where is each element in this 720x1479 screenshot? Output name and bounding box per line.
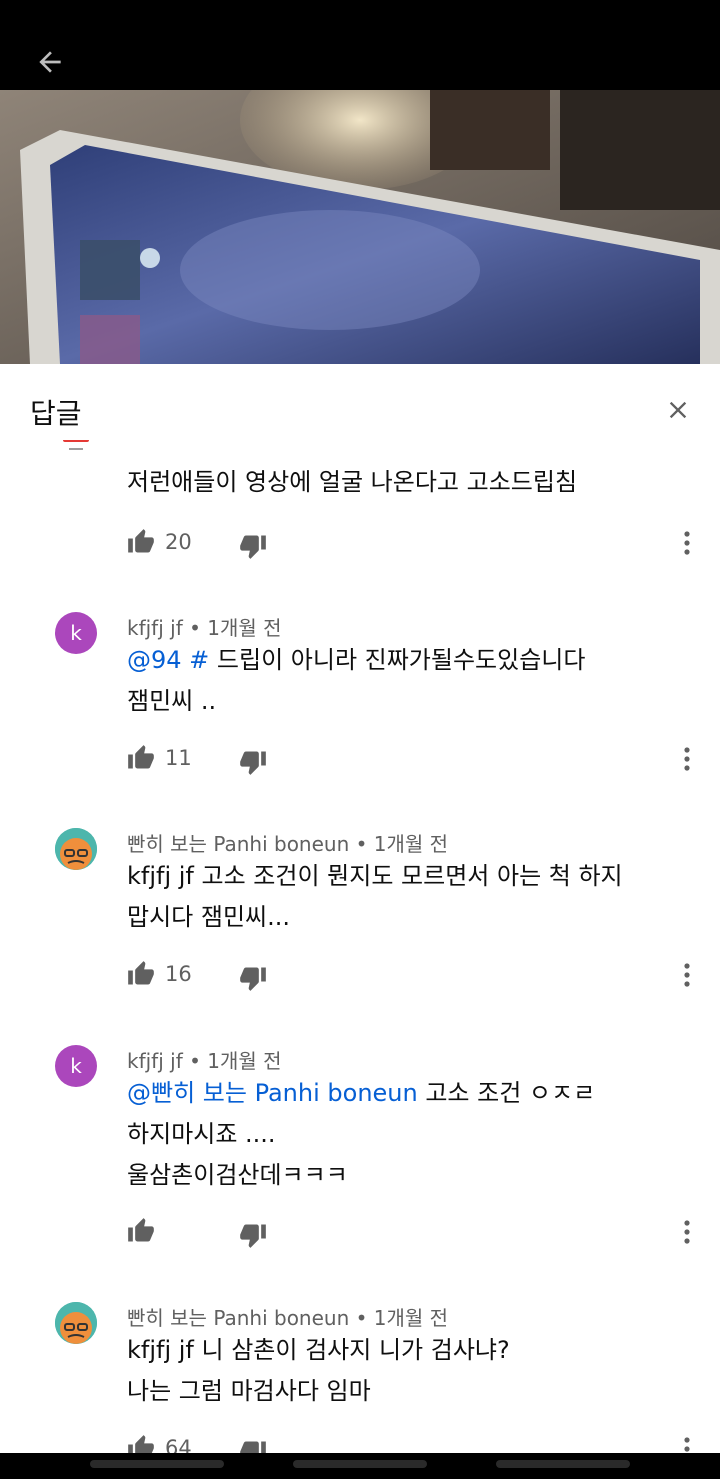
nav-back-pill[interactable] (90, 1460, 224, 1468)
more-vert-icon (684, 747, 690, 771)
more-vert-icon (684, 963, 690, 987)
thumb-down-icon[interactable] (239, 532, 267, 560)
reply-meta: kfjfj jf • 1개월 전 (127, 1045, 282, 1074)
nav-recents-pill[interactable] (496, 1460, 630, 1468)
reply-text: kfjfj jf 니 삼촌이 검사지 니가 검사냐? 나는 그럼 마검사다 임마 (127, 1330, 687, 1412)
thumb-up-icon[interactable] (127, 1217, 155, 1245)
reply-meta: 빤히 보는 Panhi boneun • 1개월 전 (127, 1302, 448, 1331)
reply-text-line: 하지마시죠 .... (127, 1120, 276, 1148)
reply-text-line: 잼민씨 .. (127, 687, 217, 715)
close-icon (669, 401, 687, 419)
avatar[interactable] (55, 1302, 97, 1344)
reply-text-segment: 고소 조건 ㅇㅈㄹ (417, 1079, 596, 1107)
thumb-up-icon[interactable] (127, 744, 155, 772)
reply-text-line: 맙시다 잼민씨... (127, 903, 290, 931)
thumb-down-icon[interactable] (239, 1221, 267, 1249)
video-player[interactable] (0, 90, 720, 364)
meta-separator: • (189, 1049, 201, 1073)
thumb-down-icon[interactable] (239, 964, 267, 992)
meta-separator: • (189, 616, 201, 640)
reply-text: @94 # 드립이 아니라 진짜가될수도있습니다 잼민씨 .. (127, 640, 687, 722)
more-options-button[interactable] (679, 1217, 695, 1247)
reply-text-segment: 드립이 아니라 진짜가될수도있습니다 (209, 646, 586, 674)
more-options-button[interactable] (679, 960, 695, 990)
nav-home-pill[interactable] (293, 1460, 427, 1468)
thumb-down-icon[interactable] (239, 1438, 267, 1453)
close-button[interactable] (658, 390, 698, 430)
panel-title: 답글 (30, 397, 82, 430)
reply-text-line: 울삼촌이검산데ㅋㅋㅋ (127, 1161, 348, 1189)
avatar-letter: k (70, 621, 82, 645)
reply-text-line: @94 # 드립이 아니라 진짜가될수도있습니다 (127, 640, 687, 681)
more-options-button[interactable] (679, 744, 695, 774)
reply-meta: 빤히 보는 Panhi boneun • 1개월 전 (127, 828, 448, 857)
reply-time: 1개월 전 (207, 616, 282, 640)
back-button[interactable] (28, 40, 72, 84)
like-count: 20 (165, 530, 192, 554)
meta-separator: • (355, 832, 368, 856)
like-count: 11 (165, 746, 192, 770)
more-options-button[interactable] (679, 1434, 695, 1453)
arrow-left-icon (39, 51, 61, 73)
reply-meta: kfjfj jf • 1개월 전 (127, 612, 282, 641)
reply-text: @빤히 보는 Panhi boneun 고소 조건 ㅇㅈㄹ 하지마시죠 ....… (127, 1073, 687, 1196)
system-nav-bar (0, 1453, 720, 1479)
reply-actions: 20 (127, 528, 707, 564)
thumb-up-icon[interactable] (127, 1434, 155, 1453)
avatar-image (55, 1302, 97, 1344)
avatar[interactable] (55, 828, 97, 870)
reply-text-line: 나는 그럼 마검사다 임마 (127, 1377, 371, 1405)
reply-time: 1개월 전 (373, 832, 449, 856)
author-name[interactable]: kfjfj jf (127, 616, 183, 640)
mention-link[interactable]: @94 # (127, 646, 209, 674)
avatar[interactable] (55, 440, 97, 460)
reply-text: 저런애들이 영상에 얼굴 나온다고 고소드립침 (127, 462, 687, 503)
reply-text-line: kfjfj jf 고소 조건이 뭔지도 모르면서 아는 척 하지 (127, 862, 623, 890)
author-name[interactable]: kfjfj jf (127, 1049, 183, 1073)
avatar[interactable]: k (55, 612, 97, 654)
like-count: 16 (165, 962, 192, 986)
avatar[interactable]: k (55, 1045, 97, 1087)
reply-text-line: kfjfj jf 니 삼촌이 검사지 니가 검사냐? (127, 1336, 510, 1364)
avatar-image (55, 828, 97, 870)
avatar-letter: k (70, 1054, 82, 1078)
video-frame-image (0, 90, 720, 364)
like-count: 64 (165, 1436, 192, 1453)
reply-actions: 11 (127, 744, 707, 780)
more-vert-icon (684, 1437, 690, 1452)
reply-time: 1개월 전 (373, 1306, 449, 1330)
thumb-down-icon[interactable] (239, 748, 267, 776)
reply-text-line: @빤히 보는 Panhi boneun 고소 조건 ㅇㅈㄹ (127, 1073, 687, 1114)
author-name[interactable]: 빤히 보는 Panhi boneun (127, 832, 349, 856)
thumb-up-icon[interactable] (127, 960, 155, 988)
video-top-bar (0, 0, 720, 90)
mention-link[interactable]: @빤히 보는 Panhi boneun (127, 1079, 418, 1107)
reply-time: 1개월 전 (207, 1049, 282, 1073)
more-vert-icon (684, 531, 690, 555)
replies-list[interactable]: 저런애들이 영상에 얼굴 나온다고 고소드립침 20 k kfjfj jf • … (0, 440, 720, 1453)
reply-actions: 16 (127, 960, 707, 996)
reply-text-line: 저런애들이 영상에 얼굴 나온다고 고소드립침 (127, 468, 578, 496)
author-name[interactable]: 빤히 보는 Panhi boneun (127, 1306, 349, 1330)
reply-text: kfjfj jf 고소 조건이 뭔지도 모르면서 아는 척 하지 맙시다 잼민씨… (127, 856, 687, 938)
reply-actions: 64 (127, 1434, 707, 1453)
more-vert-icon (684, 1220, 690, 1244)
more-options-button[interactable] (679, 528, 695, 558)
reply-actions (127, 1217, 707, 1253)
meta-separator: • (355, 1306, 368, 1330)
thumb-up-icon[interactable] (127, 528, 155, 556)
